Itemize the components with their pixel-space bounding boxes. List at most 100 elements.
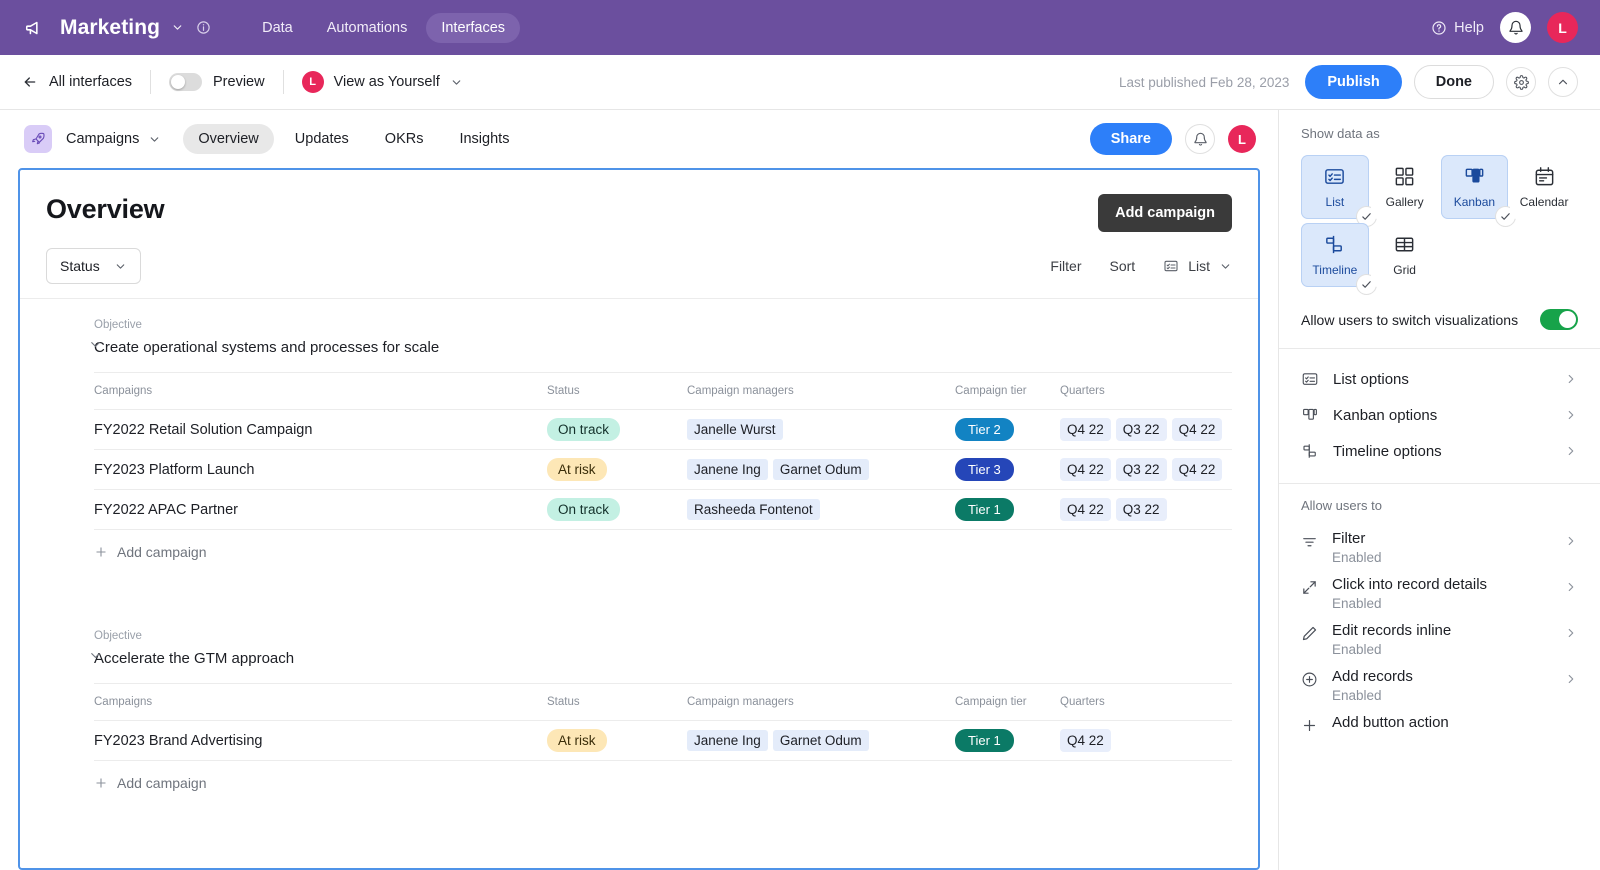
chevron-down-icon[interactable] bbox=[148, 133, 161, 146]
allow-switch-label: Allow users to switch visualizations bbox=[1301, 311, 1519, 328]
add-campaign-link[interactable]: Add campaign bbox=[94, 544, 207, 560]
permission-text: Add records Enabled bbox=[1332, 668, 1413, 703]
chevron-down-icon[interactable] bbox=[88, 648, 103, 663]
share-button[interactable]: Share bbox=[1089, 123, 1172, 155]
topbar-right: Help L bbox=[1431, 12, 1578, 43]
interface-canvas: Campaigns Overview Updates OKRs Insights… bbox=[0, 110, 1278, 870]
campaigns-table: Campaigns Status Campaign managers Campa… bbox=[94, 372, 1232, 530]
timeline-options-label: Timeline options bbox=[1333, 442, 1442, 460]
info-icon[interactable] bbox=[196, 20, 211, 35]
switch-knob bbox=[171, 75, 186, 89]
gallery-icon bbox=[1393, 165, 1416, 188]
viz-label: Grid bbox=[1393, 263, 1416, 277]
notifications-button[interactable] bbox=[1500, 12, 1531, 43]
list-toolbar-right: Filter Sort List bbox=[1050, 258, 1232, 274]
add-campaign-label: Add campaign bbox=[117, 544, 207, 560]
question-circle-icon bbox=[1431, 20, 1447, 36]
collapse-panel-button[interactable] bbox=[1548, 67, 1578, 97]
help-button[interactable]: Help bbox=[1431, 20, 1484, 36]
tier-badge: Tier 1 bbox=[955, 498, 1014, 521]
topbar-nav-data[interactable]: Data bbox=[247, 13, 308, 43]
quarter-chip: Q4 22 bbox=[1060, 418, 1111, 441]
col-campaigns: Campaigns bbox=[94, 385, 153, 397]
chevron-down-icon[interactable] bbox=[88, 337, 103, 352]
all-interfaces-label: All interfaces bbox=[49, 74, 133, 90]
quarter-chip: Q4 22 bbox=[1171, 458, 1223, 481]
tab-updates[interactable]: Updates bbox=[280, 124, 364, 154]
kanban-options-row[interactable]: Kanban options bbox=[1301, 397, 1578, 433]
permission-filter-row[interactable]: Filter Enabled bbox=[1301, 519, 1578, 565]
interface-notifications-button[interactable] bbox=[1185, 124, 1215, 154]
list-scroll-area[interactable]: Objective Create operational systems and… bbox=[20, 298, 1258, 868]
cell-campaign-name: FY2022 APAC Partner bbox=[94, 501, 239, 518]
selected-list-element[interactable]: Overview Add campaign Status Filter Sort bbox=[18, 168, 1260, 870]
permission-state: Enabled bbox=[1332, 642, 1382, 657]
quarter-chip: Q4 22 bbox=[1171, 418, 1223, 441]
permission-label: Add records bbox=[1332, 668, 1413, 685]
allow-switch-visualizations-row[interactable]: Allow users to switch visualizations bbox=[1301, 309, 1578, 330]
table-row[interactable]: FY2023 Brand Advertising At risk Janene … bbox=[94, 720, 1232, 760]
objective-title[interactable]: Create operational systems and processes… bbox=[94, 339, 1232, 356]
topbar-nav-automations[interactable]: Automations bbox=[312, 13, 423, 43]
status-filter-dropdown[interactable]: Status bbox=[46, 248, 141, 284]
interface-user-avatar[interactable]: L bbox=[1228, 125, 1256, 153]
cell-status: On track bbox=[547, 418, 687, 441]
user-avatar[interactable]: L bbox=[1547, 12, 1578, 43]
permission-record-details-row[interactable]: Click into record details Enabled bbox=[1301, 565, 1578, 611]
tab-insights[interactable]: Insights bbox=[444, 124, 524, 154]
base-name[interactable]: Marketing bbox=[60, 16, 160, 40]
interface-app-name[interactable]: Campaigns bbox=[66, 131, 139, 147]
permission-add-records-row[interactable]: Add records Enabled bbox=[1301, 657, 1578, 703]
viz-option-calendar[interactable]: Calendar bbox=[1510, 155, 1578, 219]
sort-button[interactable]: Sort bbox=[1110, 258, 1136, 274]
col-campaigns: Campaigns bbox=[94, 696, 153, 708]
viz-label: Kanban bbox=[1453, 195, 1496, 209]
element-settings-panel: Show data as List Gallery Kanban Calenda… bbox=[1278, 110, 1600, 870]
tab-overview[interactable]: Overview bbox=[183, 124, 274, 154]
allow-users-to-label: Allow users to bbox=[1301, 498, 1382, 513]
viz-option-grid[interactable]: Grid bbox=[1370, 223, 1439, 287]
cell-tier: Tier 2 bbox=[955, 418, 1060, 441]
permission-edit-inline-row[interactable]: Edit records inline Enabled bbox=[1301, 611, 1578, 657]
done-button[interactable]: Done bbox=[1413, 65, 1494, 99]
add-button-action-row[interactable]: Add button action bbox=[1301, 703, 1578, 734]
col-campaign-managers: Campaign managers bbox=[687, 385, 794, 397]
settings-button[interactable] bbox=[1506, 67, 1536, 97]
preview-switch[interactable] bbox=[169, 73, 203, 91]
allow-users-to-section: Allow users to Filter Enabled Click into… bbox=[1279, 484, 1600, 744]
arrow-left-icon bbox=[22, 74, 38, 90]
tab-okrs[interactable]: OKRs bbox=[370, 124, 439, 154]
viz-option-timeline[interactable]: Timeline bbox=[1301, 223, 1376, 294]
topbar-nav-interfaces[interactable]: Interfaces bbox=[426, 12, 521, 43]
list-options-row[interactable]: List options bbox=[1301, 361, 1578, 397]
objective-title[interactable]: Accelerate the GTM approach bbox=[94, 650, 1232, 667]
divider bbox=[282, 70, 284, 94]
add-campaign-link[interactable]: Add campaign bbox=[94, 775, 207, 791]
view-as-selector[interactable]: L View as Yourself bbox=[301, 71, 463, 93]
cell-managers: Rasheeda Fontenot bbox=[687, 499, 955, 520]
preview-toggle[interactable]: Preview bbox=[169, 73, 265, 91]
viz-option-gallery[interactable]: Gallery bbox=[1370, 155, 1439, 219]
add-campaign-button[interactable]: Add campaign bbox=[1098, 194, 1232, 232]
all-interfaces-back-link[interactable]: All interfaces bbox=[22, 74, 132, 90]
timeline-options-row[interactable]: Timeline options bbox=[1301, 433, 1578, 469]
cell-quarters: Q4 22 Q3 22 Q4 22 bbox=[1060, 458, 1232, 481]
view-label: List bbox=[1188, 258, 1210, 274]
table-row[interactable]: FY2023 Platform Launch At risk Janene In… bbox=[94, 449, 1232, 489]
allow-switch-toggle[interactable] bbox=[1540, 309, 1578, 330]
viz-option-kanban[interactable]: Kanban bbox=[1440, 155, 1516, 226]
view-options-list: List options Kanban options Timeline opt… bbox=[1279, 349, 1600, 483]
viz-label: List bbox=[1325, 195, 1345, 209]
preview-label: Preview bbox=[213, 74, 265, 90]
filter-button[interactable]: Filter bbox=[1050, 258, 1081, 274]
viz-option-list[interactable]: List bbox=[1301, 155, 1376, 226]
chevron-right-icon bbox=[1564, 372, 1578, 386]
view-switcher[interactable]: List bbox=[1163, 258, 1232, 274]
interface-page-tabs: Overview Updates OKRs Insights bbox=[183, 124, 524, 154]
publish-button[interactable]: Publish bbox=[1305, 65, 1402, 99]
help-label: Help bbox=[1454, 19, 1484, 36]
table-row[interactable]: FY2022 APAC Partner On track Rasheeda Fo… bbox=[94, 489, 1232, 529]
chevron-down-icon[interactable] bbox=[171, 21, 184, 34]
table-row[interactable]: FY2022 Retail Solution Campaign On track… bbox=[94, 409, 1232, 449]
